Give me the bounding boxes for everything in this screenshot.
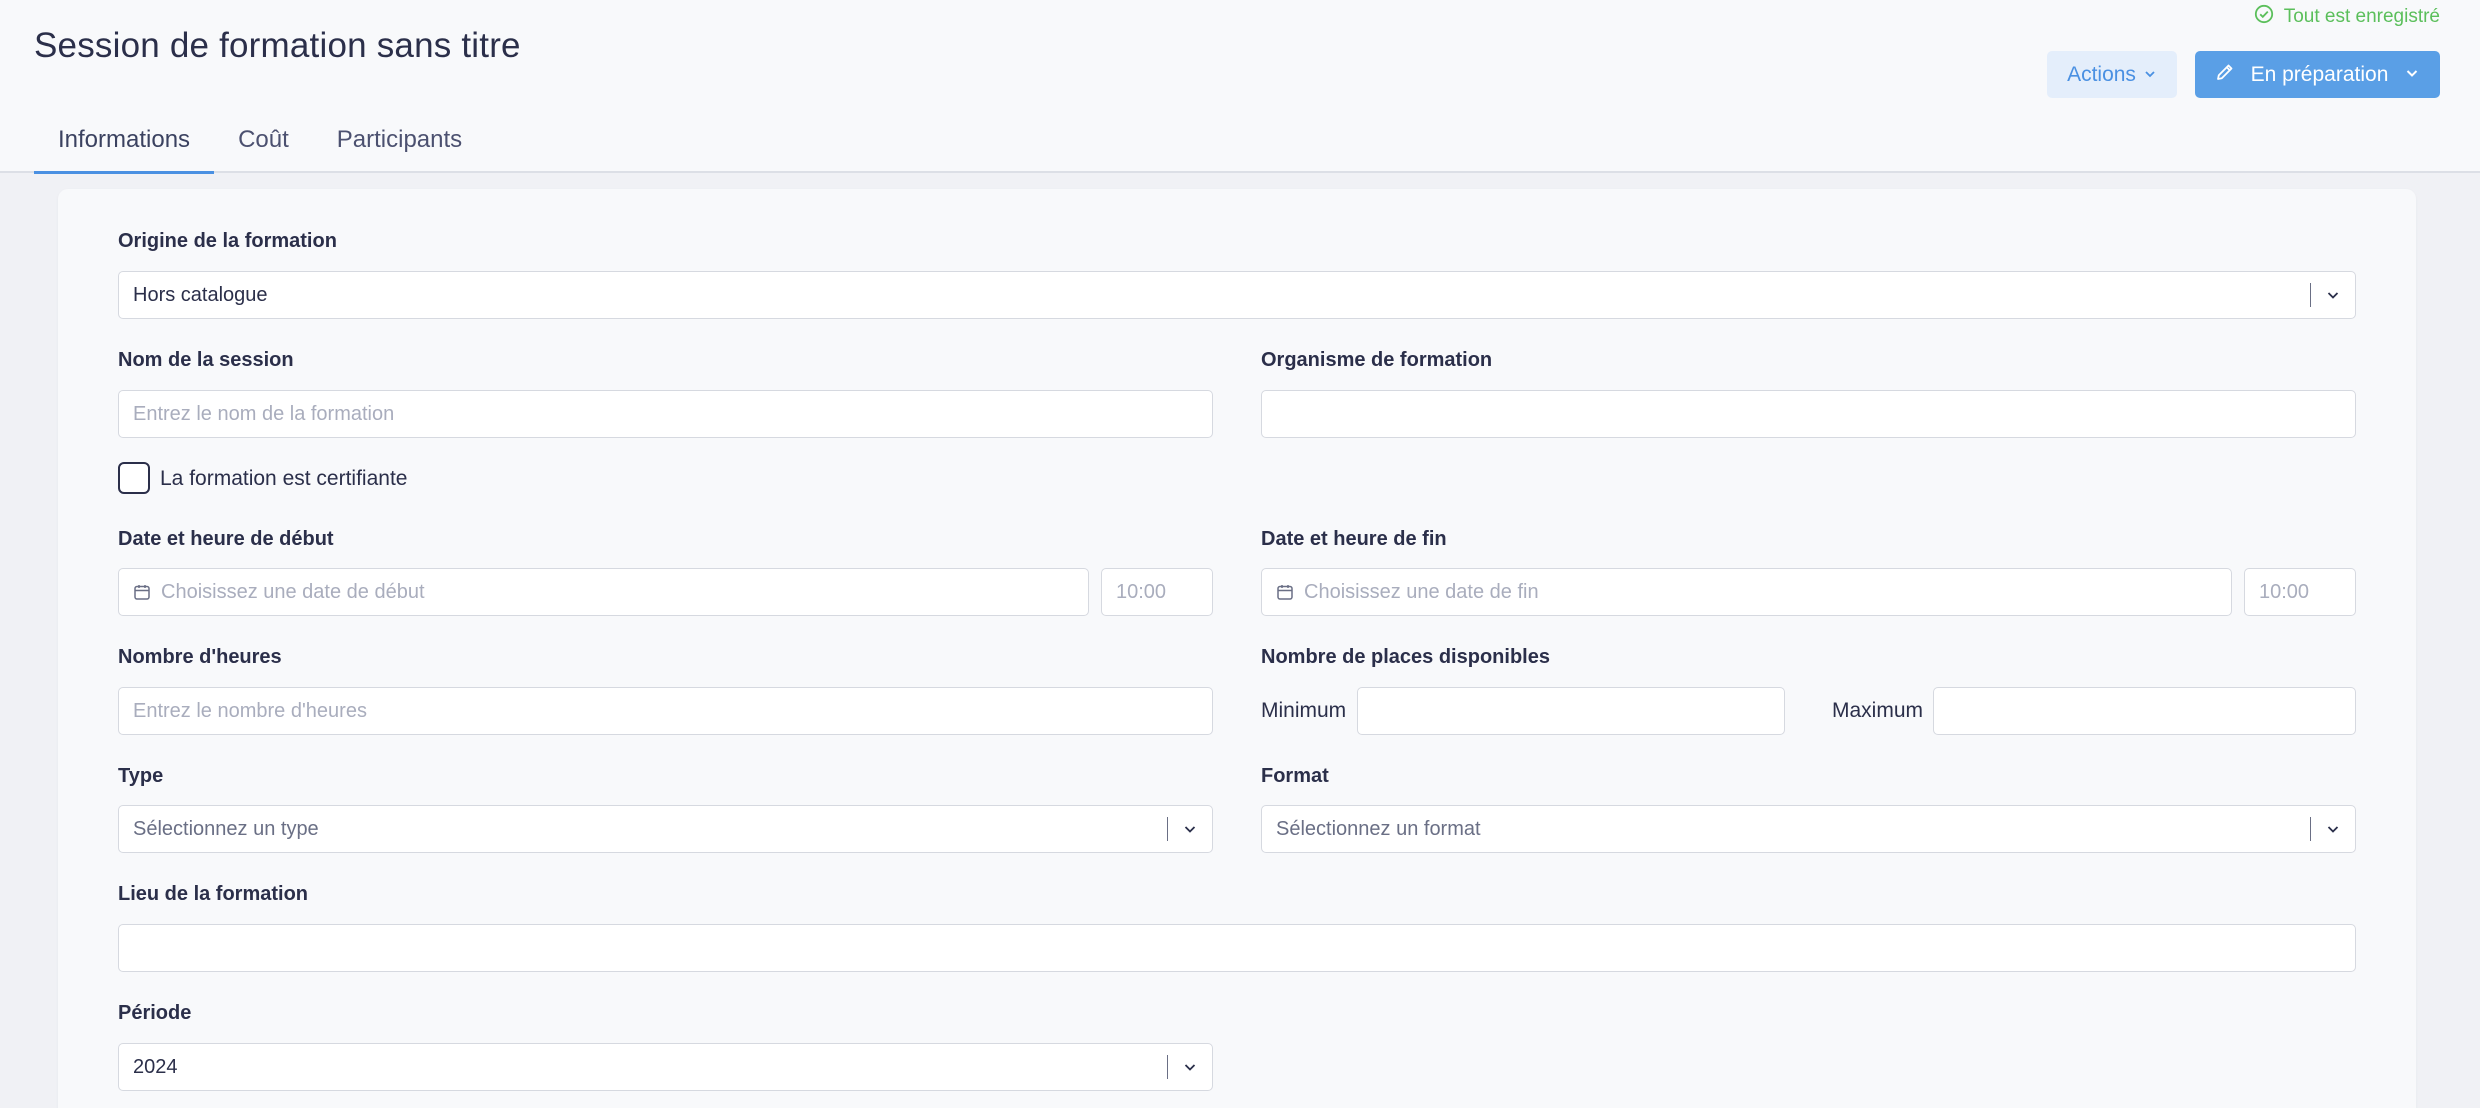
page-header: Session de formation sans titre Tout est… [0,0,2480,174]
chevron-down-icon [1182,821,1198,837]
session-name-label: Nom de la session [118,349,294,371]
chevron-down-icon [1182,1059,1198,1075]
start-time-input[interactable]: 10:00 [1101,568,1213,616]
certifying-checkbox[interactable] [118,462,150,494]
chevron-down-icon [2325,287,2341,303]
status-dropdown-button[interactable]: En préparation [2195,51,2440,98]
start-date-input[interactable]: Choisissez une date de début [118,568,1089,616]
origin-select[interactable]: Hors catalogue [118,271,2356,319]
page-title: Session de formation sans titre [34,26,521,65]
check-circle-icon [2254,4,2274,30]
type-select[interactable]: Sélectionnez un type [118,805,1213,853]
tab-informations[interactable]: Informations [34,112,215,174]
select-separator [2309,283,2311,307]
status-button-label: En préparation [2250,62,2389,86]
end-date-placeholder: Choisissez une date de fin [1304,580,1539,603]
hours-label: Nombre d'heures [118,646,282,668]
certifying-label: La formation est certifiante [160,467,408,490]
tab-participants[interactable]: Participants [313,112,486,173]
seats-max-label: Maximum [1832,699,1924,722]
start-date-label: Date et heure de début [118,528,334,550]
actions-button-label: Actions [2067,62,2136,86]
session-name-placeholder: Entrez le nom de la formation [133,402,395,425]
save-status: Tout est enregistré [2254,4,2440,30]
session-name-input[interactable]: Entrez le nom de la formation [118,390,1213,438]
location-label: Lieu de la formation [118,883,309,905]
end-date-input[interactable]: Choisissez une date de fin [1261,568,2232,616]
chevron-down-icon [2325,821,2341,837]
type-select-placeholder: Sélectionnez un type [133,817,319,840]
type-label: Type [118,765,164,787]
calendar-icon [133,583,151,601]
chevron-down-icon [2404,63,2420,87]
seats-label: Nombre de places disponibles [1261,646,1550,668]
location-input[interactable] [118,924,2356,972]
format-label: Format [1261,765,1329,787]
period-label: Période [118,1002,192,1024]
format-select-placeholder: Sélectionnez un format [1276,817,1481,840]
format-select[interactable]: Sélectionnez un format [1261,805,2356,853]
start-date-placeholder: Choisissez une date de début [161,580,425,603]
organism-input[interactable] [1261,390,2356,438]
hours-placeholder: Entrez le nombre d'heures [133,699,367,722]
save-status-text: Tout est enregistré [2283,6,2440,27]
origin-label: Origine de la formation [118,230,337,252]
tab-cout[interactable]: Coût [214,112,313,173]
calendar-icon [1276,583,1294,601]
seats-max-input[interactable] [1933,687,2356,735]
actions-button[interactable]: Actions [2047,51,2177,98]
select-separator [1166,1055,1168,1079]
chevron-down-icon [2143,63,2157,87]
tab-bar: Informations Coût Participants [34,112,486,174]
pencil-icon [2215,62,2235,88]
organism-label: Organisme de formation [1261,349,1493,371]
select-separator [2309,817,2311,841]
hours-input[interactable]: Entrez le nombre d'heures [118,687,1213,735]
end-date-label: Date et heure de fin [1261,528,1447,550]
start-time-placeholder: 10:00 [1116,580,1167,603]
end-time-input[interactable]: 10:00 [2244,568,2356,616]
end-time-placeholder: 10:00 [2259,580,2310,603]
seats-min-input[interactable] [1357,687,1785,735]
seats-min-label: Minimum [1261,699,1347,722]
period-select-value: 2024 [133,1055,178,1078]
origin-select-value: Hors catalogue [133,283,268,306]
select-separator [1166,817,1168,841]
period-select[interactable]: 2024 [118,1043,1213,1091]
